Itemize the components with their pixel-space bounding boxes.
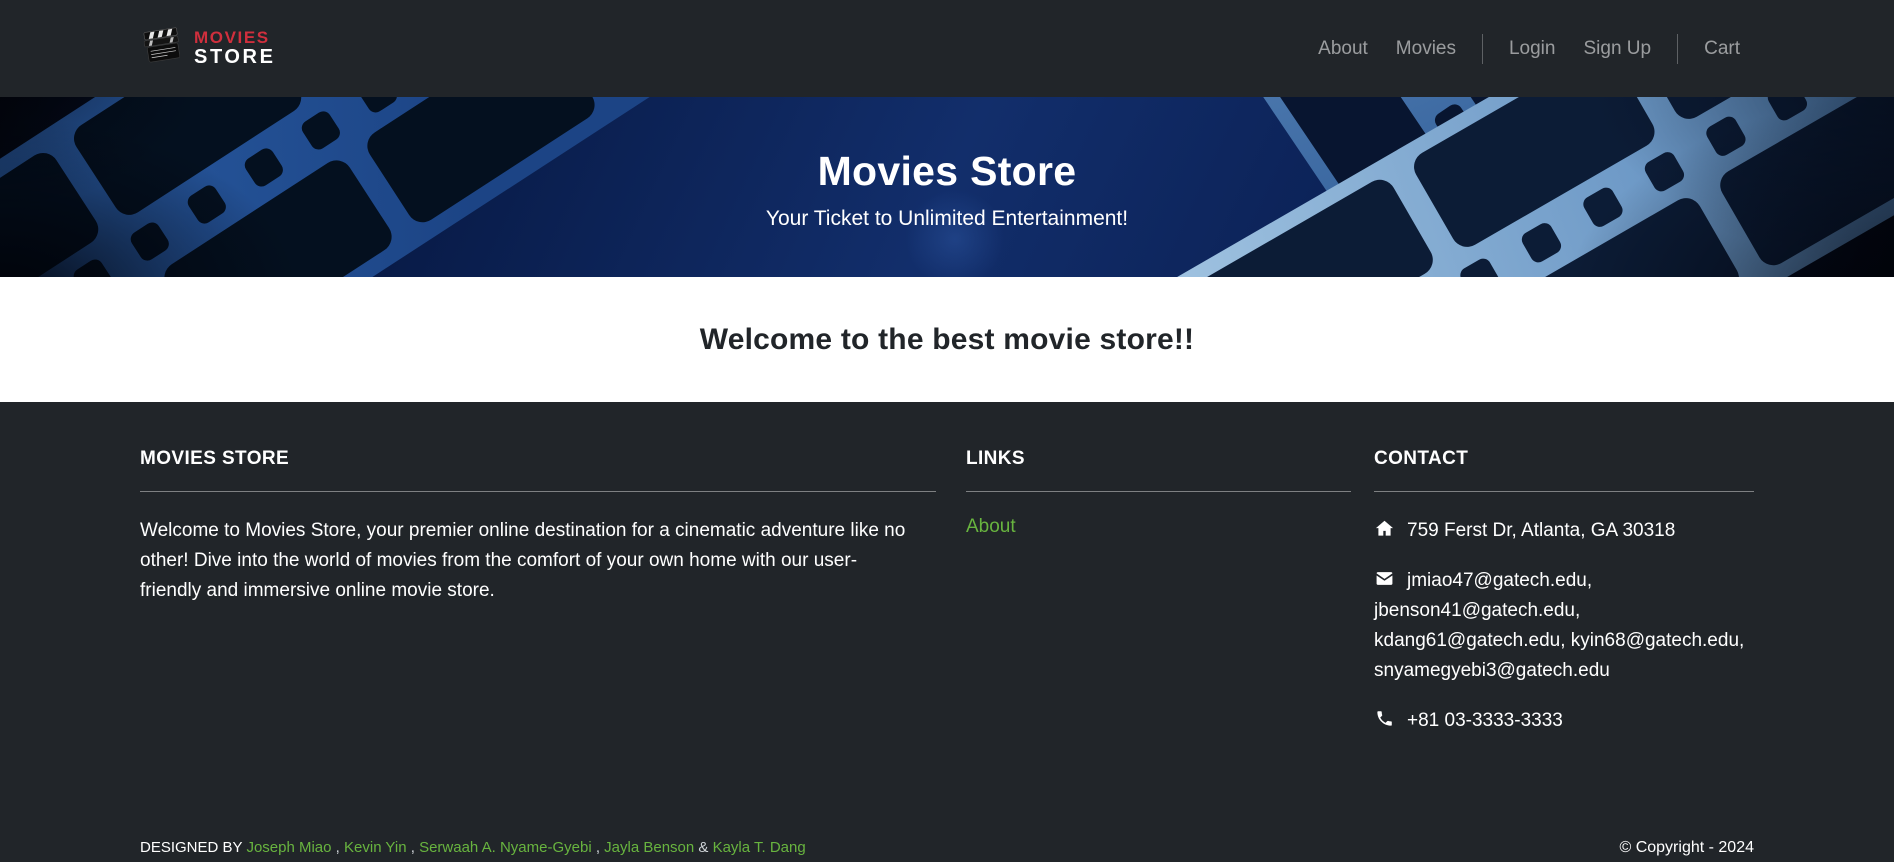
contact-address: 759 Ferst Dr, Atlanta, GA 30318	[1407, 520, 1676, 541]
welcome-section: Welcome to the best movie store!!	[0, 277, 1894, 402]
footer-divider	[966, 491, 1351, 492]
nav-item-signup[interactable]: Sign Up	[1569, 38, 1665, 60]
hero-subtitle: Your Ticket to Unlimited Entertainment!	[765, 206, 1129, 230]
designer-separator: ,	[331, 839, 340, 856]
brand-text: MOVIES STORE	[194, 27, 276, 69]
nav-item-about[interactable]: About	[1304, 38, 1382, 60]
nav-divider	[1677, 33, 1679, 64]
designer-link[interactable]: Joseph Miao	[246, 839, 331, 856]
footer-divider	[1374, 491, 1754, 492]
envelope-icon	[1374, 569, 1395, 588]
copyright-text: © Copyright - 2024	[1619, 839, 1754, 856]
footer-bottom-bar: DESIGNED BY Joseph Miao , Kevin Yin , Se…	[140, 839, 1754, 857]
footer-about-heading: MOVIES STORE	[140, 448, 290, 469]
brand-logo[interactable]: MOVIES STORE	[140, 26, 276, 71]
nav-divider	[1481, 33, 1483, 64]
brand-store-label: STORE	[194, 45, 276, 68]
phone-icon	[1374, 709, 1395, 728]
contact-phone-row: +81 03-3333-3333	[1374, 706, 1754, 736]
footer: MOVIES STORE Welcome to Movies Store, yo…	[0, 402, 1894, 862]
clapperboard-icon	[140, 26, 184, 71]
footer-columns: MOVIES STORE Welcome to Movies Store, yo…	[140, 448, 1754, 756]
brand-movies-label: MOVIES	[194, 27, 270, 47]
nav-item-movies[interactable]: Movies	[1382, 38, 1470, 60]
footer-link-about[interactable]: About	[966, 516, 1016, 538]
nav-item-login[interactable]: Login	[1495, 38, 1570, 60]
nav-links: About Movies Login Sign Up Cart	[1304, 33, 1754, 64]
hero-content: Movies Store Your Ticket to Unlimited En…	[0, 97, 1894, 277]
welcome-heading: Welcome to the best movie store!!	[699, 322, 1195, 356]
contact-phone[interactable]: +81 03-3333-3333	[1407, 710, 1563, 731]
hero-title: Movies Store	[817, 147, 1077, 194]
hero-banner: Movies Store Your Ticket to Unlimited En…	[0, 97, 1894, 277]
designed-by-prefix: DESIGNED BY	[140, 839, 243, 856]
designer-link[interactable]: Serwaah A. Nyame-Gyebi	[415, 839, 592, 856]
footer-about-column: MOVIES STORE Welcome to Movies Store, yo…	[140, 448, 936, 756]
contact-email-row: jmiao47@gatech.edu, jbenson41@gatech.edu…	[1374, 566, 1754, 686]
designer-link[interactable]: Kevin Yin	[340, 839, 407, 856]
footer-contact-column: CONTACT 759 Ferst Dr, Atlanta, GA 30318 …	[1374, 448, 1754, 756]
designed-by: DESIGNED BY Joseph Miao , Kevin Yin , Se…	[140, 839, 806, 856]
contact-address-row: 759 Ferst Dr, Atlanta, GA 30318	[1374, 516, 1754, 546]
nav-item-cart[interactable]: Cart	[1690, 38, 1754, 60]
navbar: MOVIES STORE About Movies Login Sign Up …	[0, 0, 1894, 97]
designer-link[interactable]: Kayla T. Dang	[708, 839, 806, 856]
movies-store-page: MOVIES STORE About Movies Login Sign Up …	[0, 0, 1894, 862]
contact-emails[interactable]: jmiao47@gatech.edu, jbenson41@gatech.edu…	[1374, 570, 1744, 681]
footer-links-column: LINKS About	[966, 448, 1351, 756]
designer-link[interactable]: Jayla Benson	[600, 839, 694, 856]
footer-about-text: Welcome to Movies Store, your premier on…	[140, 520, 906, 601]
home-icon	[1374, 519, 1395, 538]
footer-contact-heading: CONTACT	[1374, 448, 1469, 469]
footer-divider	[140, 491, 936, 492]
designer-separator: &	[694, 839, 709, 856]
footer-links-heading: LINKS	[966, 448, 1025, 469]
designer-separator: ,	[406, 839, 415, 856]
designer-separator: ,	[591, 839, 600, 856]
designed-by-names: Joseph Miao , Kevin Yin , Serwaah A. Nya…	[246, 839, 805, 856]
